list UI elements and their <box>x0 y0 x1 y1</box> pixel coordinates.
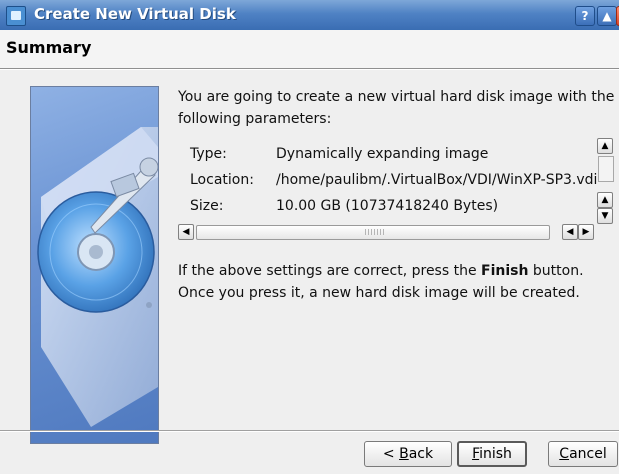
hint-text: button. <box>528 263 584 279</box>
scroll-grip <box>365 229 385 235</box>
cancel-button[interactable]: Cancel <box>548 441 618 467</box>
back-label: ack <box>408 446 434 462</box>
param-value: /home/paulibm/.VirtualBox/VDI/WinXP-SP3.… <box>276 172 598 188</box>
title-bar[interactable]: Create New Virtual Disk ? ▲ ✕ <box>0 0 619 30</box>
back-prefix: < <box>382 446 400 462</box>
horizontal-scroll-thumb[interactable] <box>196 225 550 240</box>
vertical-scrollbar[interactable]: ▲ ▲ ▼ <box>597 138 614 230</box>
vertical-scroll-thumb[interactable] <box>598 156 614 182</box>
hard-disk-illustration <box>30 86 159 444</box>
back-mnemonic: B <box>399 446 409 462</box>
scroll-up-icon[interactable]: ▲ <box>597 138 613 154</box>
finish-button[interactable]: Finish <box>457 441 527 467</box>
cancel-mnemonic: C <box>559 446 570 462</box>
param-label: Location: <box>190 172 254 188</box>
scroll-up-icon[interactable]: ▲ <box>597 192 613 208</box>
finish-instructions-line1: If the above settings are correct, press… <box>178 260 618 282</box>
back-button[interactable]: < Back <box>364 441 452 467</box>
param-label: Type: <box>190 146 227 162</box>
finish-label: inish <box>479 446 512 462</box>
scroll-right-icon[interactable]: ▶ <box>578 224 594 240</box>
shade-icon[interactable]: ▲ <box>597 6 617 26</box>
help-icon[interactable]: ? <box>575 6 595 26</box>
header-divider-highlight <box>0 69 619 70</box>
scroll-down-icon[interactable]: ▼ <box>597 208 613 224</box>
param-label: Size: <box>190 198 224 214</box>
param-value: 10.00 GB (10737418240 Bytes) <box>276 198 499 214</box>
virtualbox-icon <box>6 6 26 26</box>
intro-text: You are going to create a new virtual ha… <box>178 89 615 127</box>
finish-instructions: If the above settings are correct, press… <box>178 260 618 304</box>
footer-divider-highlight <box>0 431 619 432</box>
scroll-left-icon[interactable]: ◀ <box>178 224 194 240</box>
page-title: Summary <box>6 38 92 57</box>
param-value: Dynamically expanding image <box>276 146 489 162</box>
window-title: Create New Virtual Disk <box>34 5 236 23</box>
cancel-label: ancel <box>569 446 607 462</box>
scroll-left-icon[interactable]: ◀ <box>562 224 578 240</box>
page-header: Summary <box>0 30 619 68</box>
hint-finish-keyword: Finish <box>481 263 529 279</box>
hint-text: If the above settings are correct, press… <box>178 263 482 279</box>
horizontal-scrollbar[interactable]: ◀ ◀ ▶ <box>178 224 598 240</box>
finish-instructions-line2: Once you press it, a new hard disk image… <box>178 285 580 301</box>
